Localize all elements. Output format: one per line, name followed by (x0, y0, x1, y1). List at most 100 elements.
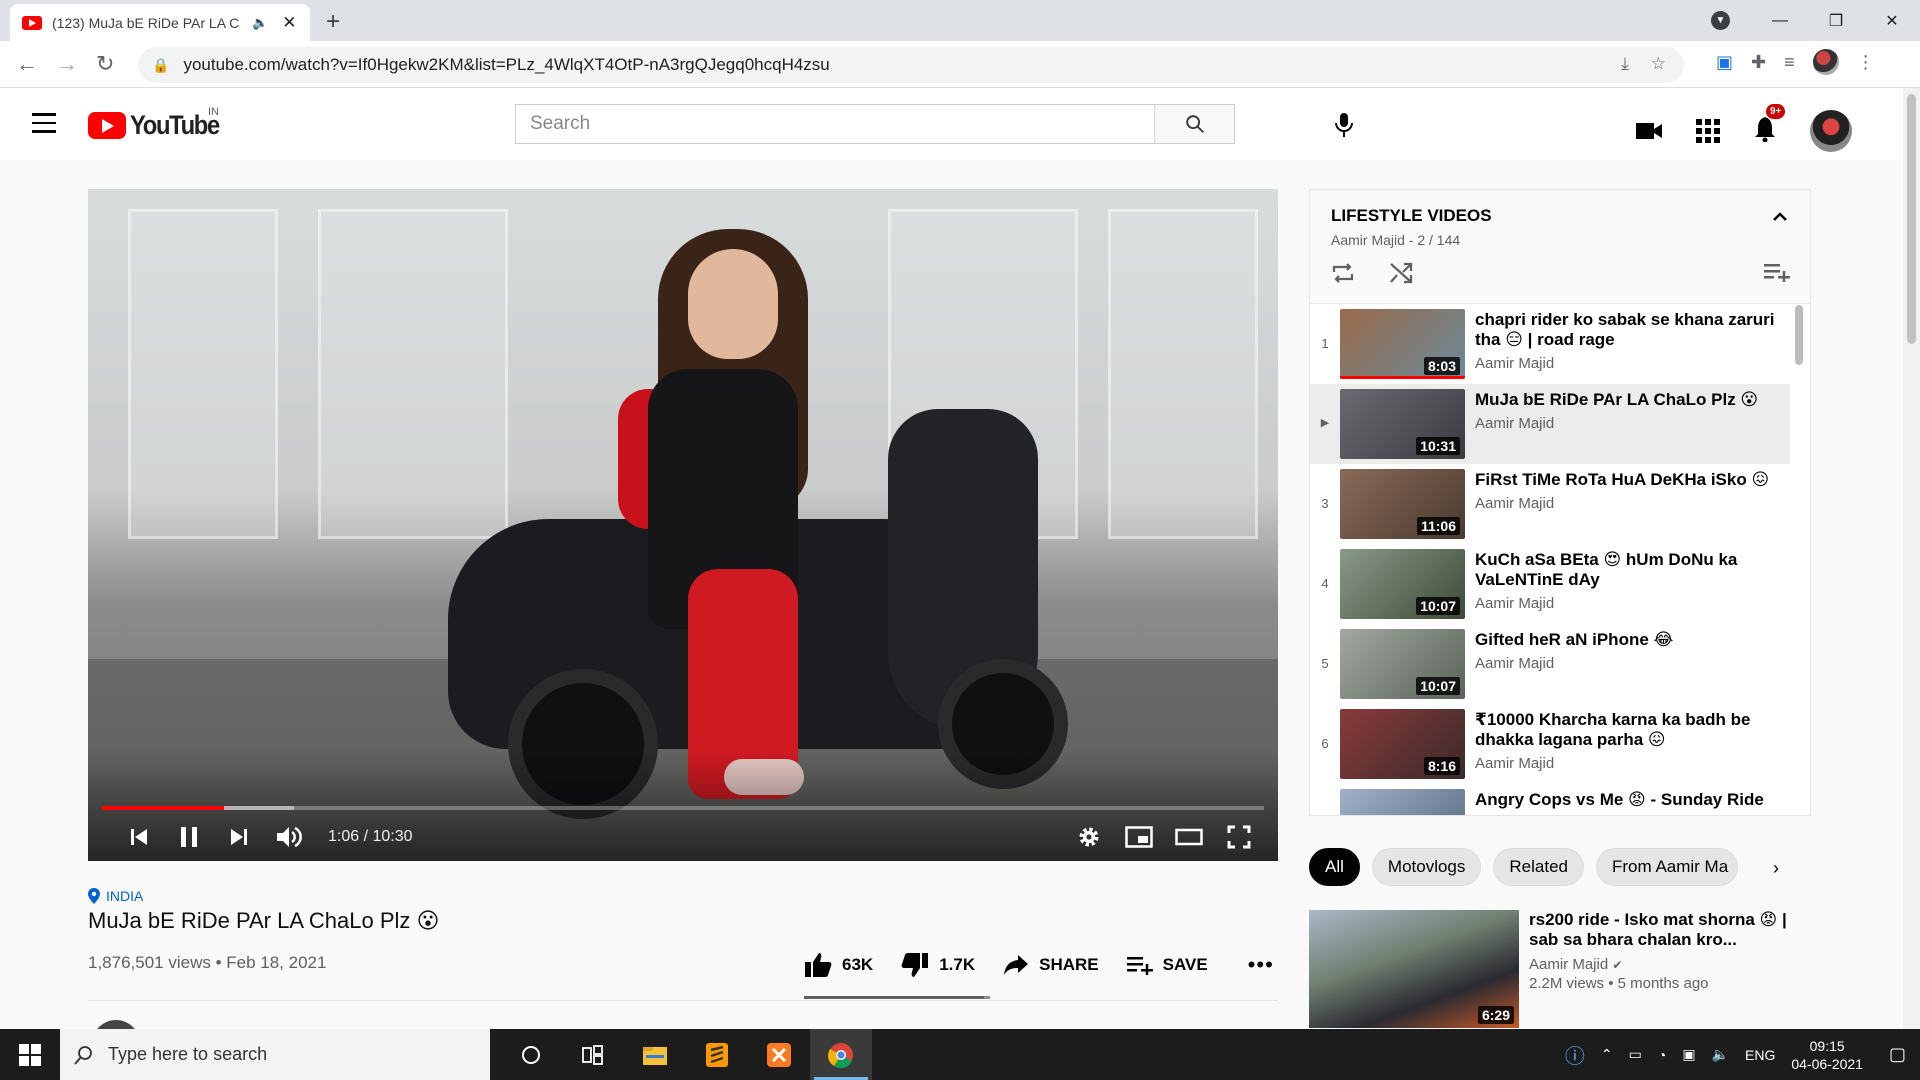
playlist-item-index: 4 (1321, 576, 1329, 591)
youtube-header: YouTube IN 9+ (0, 88, 1920, 160)
omnibox-actions: ⤓ ☆ (1621, 54, 1666, 74)
browser-tab[interactable]: (123) MuJa bE RiDe PAr LA C 🔈 ✕ (10, 4, 310, 41)
theater-mode-button[interactable] (1164, 817, 1214, 857)
new-tab-button[interactable]: + (326, 8, 340, 36)
share-button[interactable]: SHARE (1003, 954, 1099, 976)
playlist-item-title: MuJa bE RiDe PAr LA ChaLo Plz 😮 (1475, 390, 1759, 409)
puzzle-icon[interactable]: ✚ (1751, 52, 1766, 73)
playlist-item[interactable]: 6 8:16 ₹10000 Kharcha karna ka badh be d… (1310, 704, 1810, 784)
pause-button[interactable] (164, 817, 214, 857)
youtube-logo[interactable]: YouTube IN (88, 106, 231, 141)
close-tab-icon[interactable]: ✕ (282, 13, 296, 33)
taskbar-search[interactable]: Type here to search (60, 1029, 490, 1080)
miniplayer-button[interactable] (1114, 817, 1164, 857)
notification-center-icon[interactable]: ▢ (1889, 1044, 1906, 1065)
page-scrollbar-thumb[interactable] (1907, 94, 1916, 344)
playlist-item-index: 3 (1321, 496, 1329, 511)
playlist-item-channel: Aamir Majid (1475, 495, 1555, 512)
fullscreen-button[interactable] (1214, 817, 1264, 857)
create-video-icon[interactable] (1636, 121, 1662, 141)
more-actions-icon[interactable]: ••• (1248, 952, 1274, 978)
notifications-button[interactable]: 9+ (1754, 103, 1786, 147)
previous-button[interactable] (114, 817, 164, 857)
cortana-icon[interactable] (500, 1029, 562, 1080)
like-button[interactable]: 63K (804, 952, 873, 978)
chrome-icon[interactable] (810, 1029, 872, 1080)
playlist-item[interactable]: 5 10:07 Gifted heR aN iPhone 😂 Aamir Maj… (1310, 624, 1810, 704)
gear-icon (1079, 827, 1099, 847)
close-window-button[interactable]: ✕ (1864, 11, 1920, 31)
menu-kebab-icon[interactable]: ⋮ (1857, 52, 1875, 73)
location-tag[interactable]: INDIA (88, 888, 143, 904)
battery-icon[interactable]: ▭ (1629, 1046, 1642, 1063)
next-button[interactable] (214, 817, 264, 857)
hamburger-menu-icon[interactable] (32, 113, 56, 139)
windows-logo-icon (19, 1043, 41, 1066)
playlist-item[interactable]: 3 11:06 FiRst TiMe RoTa HuA DeKHa iSko 😖… (1310, 464, 1810, 544)
forward-icon[interactable]: → (56, 51, 78, 77)
wifi-icon[interactable]: ◔ (1658, 1047, 1666, 1063)
apps-grid-icon[interactable] (1696, 119, 1720, 143)
media-queue-icon[interactable]: ≡ (1784, 52, 1795, 73)
dislike-button[interactable]: 1.7K (901, 952, 975, 978)
task-view-icon[interactable] (562, 1029, 624, 1080)
location-text: INDIA (106, 888, 144, 904)
microphone-icon[interactable] (1334, 112, 1354, 138)
extensions-area: ▣ ✚ ≡ ⋮ (1716, 49, 1875, 75)
playlist-item-current[interactable]: ▶ 10:31 MuJa bE RiDe PAr LA ChaLo Plz 😮 … (1310, 384, 1790, 464)
save-playlist-icon[interactable] (1764, 262, 1790, 282)
minimize-button[interactable]: — (1752, 12, 1808, 30)
help-icon[interactable]: ⓘ (1565, 1040, 1585, 1069)
playlist-item-thumbnail: 10:07 (1340, 629, 1465, 699)
clock-time: 09:15 (1809, 1037, 1845, 1054)
chevron-up-icon[interactable] (1772, 212, 1788, 222)
loop-icon[interactable] (1331, 262, 1355, 284)
duration-badge: 10:07 (1416, 677, 1460, 695)
network-icon[interactable]: ▣ (1682, 1046, 1695, 1063)
language-indicator[interactable]: ENG (1745, 1047, 1775, 1063)
settings-button[interactable] (1064, 817, 1114, 857)
start-button[interactable] (0, 1029, 60, 1080)
save-button[interactable]: SAVE (1126, 955, 1208, 975)
volume-button[interactable] (264, 817, 314, 857)
playlist-item-title: Angry Cops vs Me 😡 - Sunday Ride (1475, 790, 1764, 809)
progress-bar[interactable] (102, 806, 1264, 810)
profile-avatar[interactable] (1812, 49, 1839, 75)
back-icon[interactable]: ← (16, 51, 38, 77)
chevron-right-icon[interactable]: › (1773, 858, 1779, 879)
speaker-icon[interactable]: 🔈 (252, 15, 268, 31)
account-avatar[interactable] (1810, 110, 1852, 152)
xampp-icon[interactable] (748, 1029, 810, 1080)
bookmark-star-icon[interactable]: ☆ (1651, 54, 1666, 74)
playlist-item[interactable]: 4 10:07 KuCh aSa BEta 😍 hUm DoNu ka VaLe… (1310, 544, 1810, 624)
extension-icon[interactable]: ▣ (1716, 52, 1733, 73)
chip-from-channel[interactable]: From Aamir Ma (1596, 848, 1738, 886)
install-icon[interactable]: ⤓ (1621, 54, 1629, 74)
chip-related[interactable]: Related (1493, 848, 1584, 886)
chip-motovlogs[interactable]: Motovlogs (1371, 848, 1482, 886)
search-input[interactable] (516, 105, 1154, 143)
address-bar[interactable]: 🔒 youtube.com/watch?v=If0Hgekw2KM&list=P… (138, 47, 1684, 83)
playlist-item-channel: Aamir Majid (1475, 415, 1555, 432)
clock[interactable]: 09:15 04-06-2021 (1791, 1037, 1863, 1073)
recommended-video[interactable]: 6:29 rs200 ride - Isko mat shorna 😡 | sa… (1309, 910, 1811, 1028)
chip-all[interactable]: All (1309, 848, 1360, 886)
chevron-up-icon[interactable]: ⌃ (1601, 1046, 1613, 1063)
clock-date: 04-06-2021 (1791, 1055, 1863, 1072)
sublime-text-icon[interactable] (686, 1029, 748, 1080)
tab-search-icon[interactable]: ▼ (1711, 11, 1730, 30)
playlist-title[interactable]: LIFESTYLE VIDEOS (1331, 206, 1810, 226)
page-scrollbar[interactable] (1903, 88, 1920, 1029)
playlist-item[interactable]: 1 8:03 chapri rider ko sabak se khana za… (1310, 304, 1810, 384)
video-player[interactable]: 1:06 / 10:30 (88, 189, 1278, 861)
file-explorer-icon[interactable] (624, 1029, 686, 1080)
restore-button[interactable]: ❐ (1808, 11, 1864, 31)
reload-icon[interactable]: ↻ (96, 51, 114, 77)
playlist-item[interactable]: Angry Cops vs Me 😡 - Sunday Ride (1310, 784, 1810, 815)
playlist-items: 1 8:03 chapri rider ko sabak se khana za… (1310, 304, 1810, 815)
system-tray: ⓘ ⌃ ▭ ◔ ▣ 🔈 ENG 09:15 04-06-2021 ▢ (1565, 1029, 1920, 1080)
shuffle-icon[interactable] (1389, 262, 1413, 284)
playlist-scrollbar[interactable] (1795, 305, 1803, 365)
volume-tray-icon[interactable]: 🔈 (1712, 1046, 1729, 1063)
search-button[interactable] (1154, 105, 1234, 143)
